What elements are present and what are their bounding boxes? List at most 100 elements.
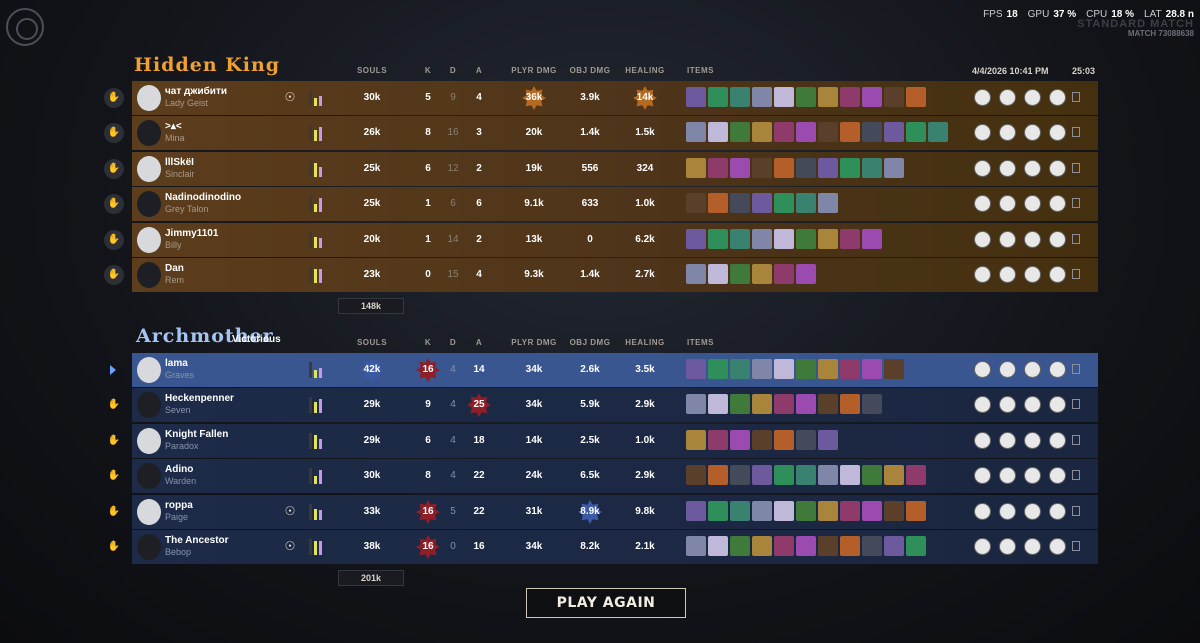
item-icon[interactable] — [884, 501, 904, 521]
ability-icon[interactable] — [1024, 195, 1041, 212]
item-icon[interactable] — [840, 359, 860, 379]
item-icon[interactable] — [752, 264, 772, 284]
item-icon[interactable] — [730, 122, 750, 142]
ability-icon[interactable] — [999, 89, 1016, 106]
menu-emblem-icon[interactable] — [6, 8, 44, 46]
ability-icon[interactable] — [1049, 195, 1066, 212]
item-icon[interactable] — [752, 394, 772, 414]
ability-icon[interactable] — [999, 396, 1016, 413]
item-icon[interactable] — [752, 430, 772, 450]
commend-thumb-icon[interactable]: ✋ — [104, 537, 124, 557]
item-icon[interactable] — [796, 394, 816, 414]
ability-icon[interactable] — [1049, 467, 1066, 484]
ability-icon[interactable] — [1049, 503, 1066, 520]
item-icon[interactable] — [928, 122, 948, 142]
item-icon[interactable] — [840, 465, 860, 485]
item-icon[interactable] — [774, 229, 794, 249]
item-icon[interactable] — [818, 193, 838, 213]
ability-icon[interactable] — [1049, 396, 1066, 413]
copy-build-icon[interactable] — [1072, 435, 1080, 445]
ability-icon[interactable] — [1049, 160, 1066, 177]
ability-icon[interactable] — [974, 538, 991, 555]
item-icon[interactable] — [708, 430, 728, 450]
ability-icon[interactable] — [1024, 432, 1041, 449]
item-icon[interactable] — [818, 122, 838, 142]
item-icon[interactable] — [708, 264, 728, 284]
ability-icon[interactable] — [1049, 89, 1066, 106]
item-icon[interactable] — [840, 394, 860, 414]
item-icon[interactable] — [774, 536, 794, 556]
item-icon[interactable] — [818, 394, 838, 414]
item-icon[interactable] — [862, 122, 882, 142]
item-icon[interactable] — [730, 229, 750, 249]
item-icon[interactable] — [906, 465, 926, 485]
commend-thumb-icon[interactable]: ✋ — [104, 395, 124, 415]
ability-icon[interactable] — [999, 432, 1016, 449]
item-icon[interactable] — [862, 465, 882, 485]
item-icon[interactable] — [708, 122, 728, 142]
item-icon[interactable] — [730, 536, 750, 556]
commend-thumb-icon[interactable]: ✋ — [104, 230, 124, 250]
item-icon[interactable] — [862, 87, 882, 107]
item-icon[interactable] — [818, 536, 838, 556]
item-icon[interactable] — [708, 394, 728, 414]
copy-build-icon[interactable] — [1072, 269, 1080, 279]
commend-thumb-icon[interactable]: ✋ — [104, 466, 124, 486]
item-icon[interactable] — [686, 122, 706, 142]
item-icon[interactable] — [708, 158, 728, 178]
player-row[interactable]: Heckenpenner Seven 29k 9 4 25 34k 5.9k 2.9k — [132, 388, 1098, 422]
commend-thumb-icon[interactable]: ✋ — [104, 159, 124, 179]
commend-thumb-icon[interactable]: ✋ — [104, 265, 124, 285]
ability-icon[interactable] — [999, 503, 1016, 520]
player-row[interactable]: Knight Fallen Paradox 29k 6 4 18 14k 2.5k 1.0k — [132, 424, 1098, 458]
item-icon[interactable] — [708, 359, 728, 379]
ability-icon[interactable] — [999, 361, 1016, 378]
commend-thumb-icon[interactable]: ✋ — [104, 431, 124, 451]
ability-icon[interactable] — [999, 467, 1016, 484]
ability-icon[interactable] — [1024, 538, 1041, 555]
item-icon[interactable] — [686, 536, 706, 556]
item-icon[interactable] — [752, 501, 772, 521]
item-icon[interactable] — [752, 536, 772, 556]
item-icon[interactable] — [818, 501, 838, 521]
item-icon[interactable] — [730, 359, 750, 379]
ability-icon[interactable] — [1024, 89, 1041, 106]
item-icon[interactable] — [862, 229, 882, 249]
item-icon[interactable] — [796, 501, 816, 521]
item-icon[interactable] — [840, 122, 860, 142]
item-icon[interactable] — [884, 122, 904, 142]
player-row[interactable]: чат джибити Lady Geist ☉ 30k 5 9 4 36k 3.9k 14k — [132, 81, 1098, 115]
item-icon[interactable] — [818, 229, 838, 249]
ability-icon[interactable] — [999, 195, 1016, 212]
copy-build-icon[interactable] — [1072, 541, 1080, 551]
item-icon[interactable] — [796, 536, 816, 556]
copy-build-icon[interactable] — [1072, 198, 1080, 208]
item-icon[interactable] — [796, 264, 816, 284]
item-icon[interactable] — [730, 87, 750, 107]
copy-build-icon[interactable] — [1072, 127, 1080, 137]
ability-icon[interactable] — [974, 124, 991, 141]
item-icon[interactable] — [752, 122, 772, 142]
copy-build-icon[interactable] — [1072, 364, 1080, 374]
commend-thumb-icon[interactable]: ✋ — [104, 123, 124, 143]
player-row[interactable]: lama Graves 42k 16 4 14 34k 2.6k 3.5k — [132, 353, 1098, 387]
item-icon[interactable] — [840, 229, 860, 249]
item-icon[interactable] — [862, 394, 882, 414]
item-icon[interactable] — [774, 359, 794, 379]
item-icon[interactable] — [774, 501, 794, 521]
ability-icon[interactable] — [1024, 160, 1041, 177]
copy-build-icon[interactable] — [1072, 399, 1080, 409]
ability-icon[interactable] — [1024, 231, 1041, 248]
player-row[interactable]: >▴< Mina 26k 8 16 3 20k 1.4k 1.5k — [132, 116, 1098, 150]
item-icon[interactable] — [686, 264, 706, 284]
item-icon[interactable] — [730, 465, 750, 485]
item-icon[interactable] — [840, 158, 860, 178]
player-row[interactable]: roppa Paige ☉ 33k 16 5 22 31k 8.9k 9.8k — [132, 495, 1098, 529]
item-icon[interactable] — [752, 87, 772, 107]
item-icon[interactable] — [840, 87, 860, 107]
item-icon[interactable] — [818, 359, 838, 379]
item-icon[interactable] — [862, 359, 882, 379]
item-icon[interactable] — [686, 158, 706, 178]
ability-icon[interactable] — [1024, 503, 1041, 520]
item-icon[interactable] — [796, 430, 816, 450]
